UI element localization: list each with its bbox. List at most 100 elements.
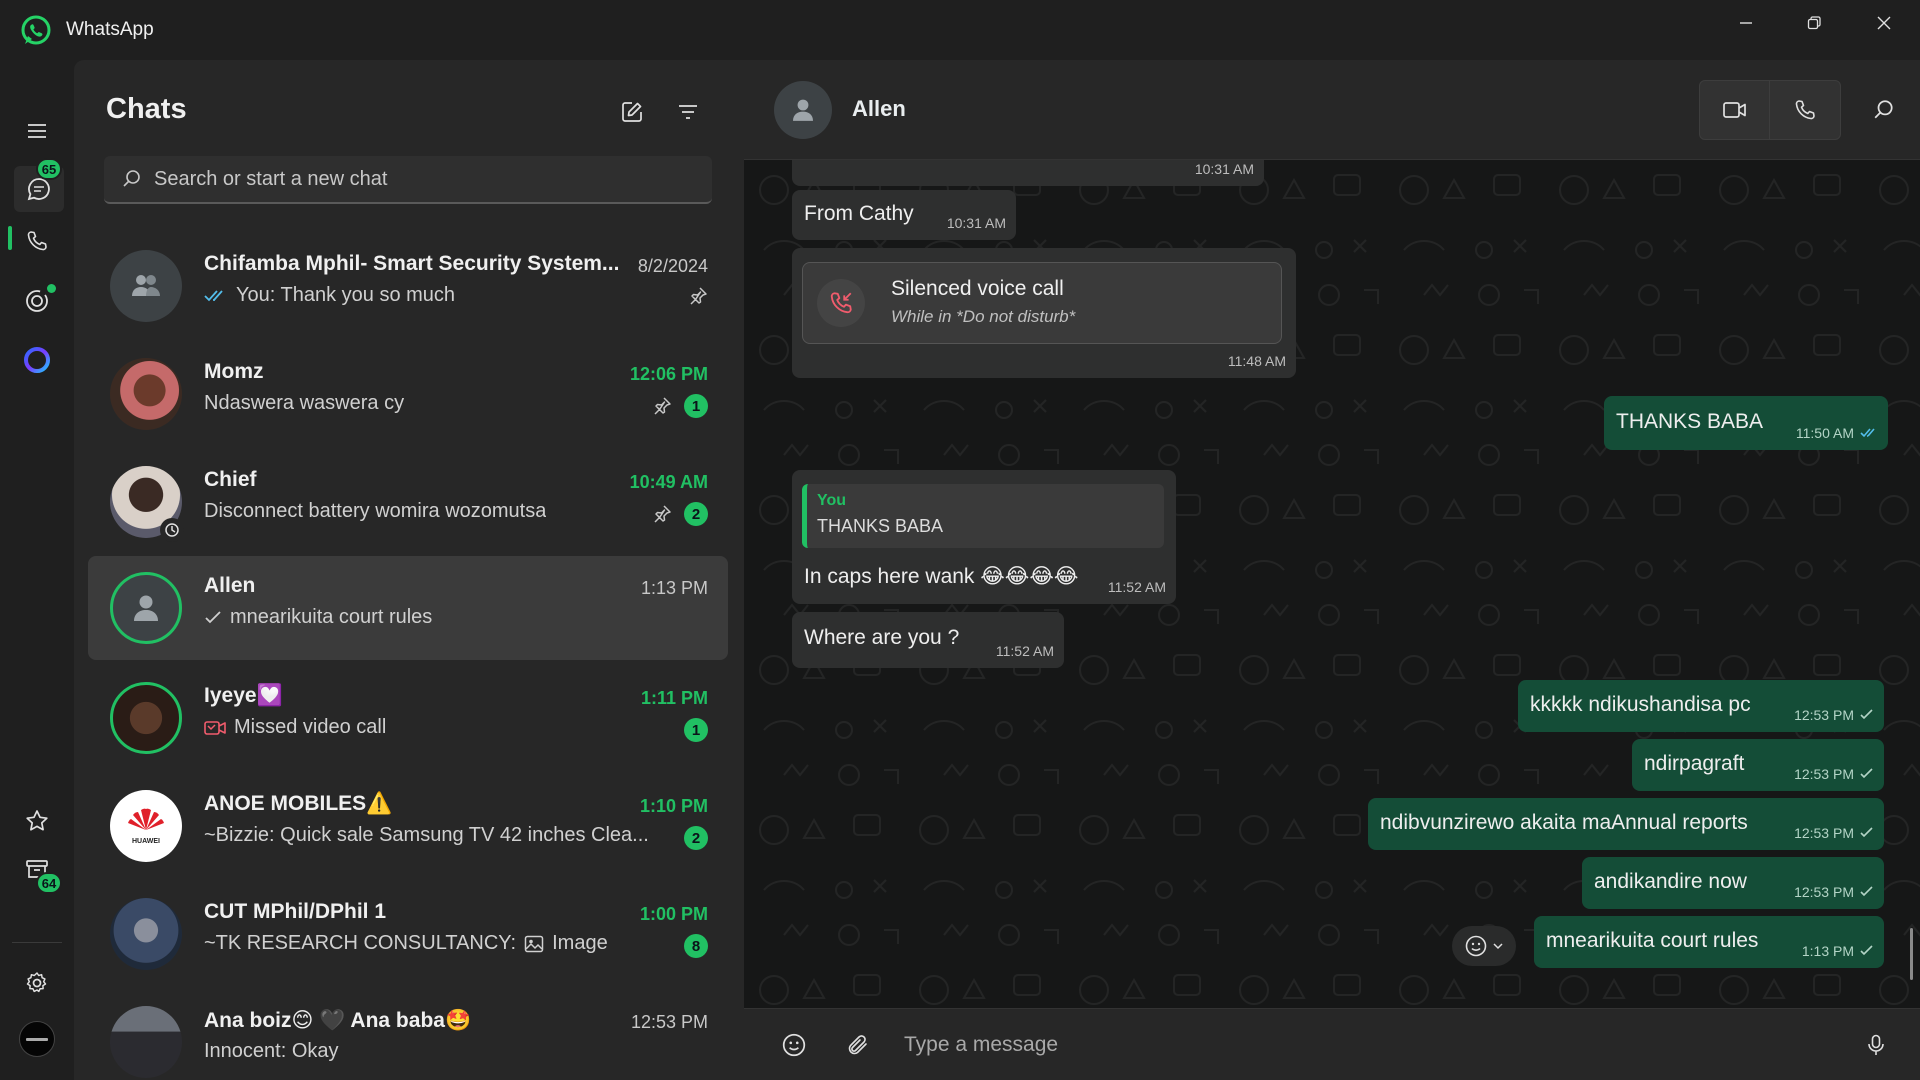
message-text: In caps here wank 😂😂😂😂 xyxy=(804,565,1079,588)
chat-name: Allen xyxy=(204,574,256,597)
quote-text: THANKS BABA xyxy=(817,516,944,536)
chat-name: Momz xyxy=(204,360,264,383)
search-box[interactable]: Search or start a new chat xyxy=(104,156,712,204)
quote-author: You xyxy=(817,492,847,509)
restore-button[interactable] xyxy=(1780,0,1848,46)
filter-button[interactable] xyxy=(666,90,710,134)
message-time: 10:31 AM xyxy=(946,215,1006,231)
message-time: 1:13 PM xyxy=(1802,943,1874,959)
message-outgoing: mnearikuita court rules 1:13 PM xyxy=(1534,916,1884,968)
chat-item[interactable]: Iyeye💟 1:11 PM Missed video call 1 xyxy=(88,666,728,770)
contact-avatar[interactable] xyxy=(774,81,832,139)
chat-name: Ana boiz😊 🖤 Ana baba🤩 xyxy=(204,1009,472,1032)
pin-icon xyxy=(654,505,671,523)
chat-preview-text: Disconnect battery womira wozomutsa xyxy=(204,500,547,522)
chat-name: Chifamba Mphil- Smart Security System... xyxy=(204,252,620,275)
chat-item-selected[interactable]: Allen 1:13 PM mnearikuita court rules xyxy=(88,556,728,660)
group-photo-avatar xyxy=(110,1006,182,1078)
message-outgoing: andikandire now 12:53 PM xyxy=(1582,857,1884,909)
message-text: andikandire now xyxy=(1594,870,1747,893)
chat-item[interactable]: Ana boiz😊 🖤 Ana baba🤩 12:53 PM Innocent:… xyxy=(88,990,728,1080)
new-chat-icon xyxy=(622,102,642,122)
message-time: 11:48 AM xyxy=(1227,353,1286,369)
chat-name: Chief xyxy=(204,468,257,491)
call-subtitle: While in *Do not disturb* xyxy=(891,307,1076,326)
chat-item[interactable]: CUT MPhil/DPhil 1 1:00 PM ~TK RESEARCH C… xyxy=(88,882,728,986)
message-incoming: From Cathy 10:31 AM xyxy=(792,190,1016,240)
archived-badge: 64 xyxy=(36,872,62,894)
profile-button[interactable] xyxy=(12,1016,62,1062)
meta-ai-button[interactable] xyxy=(12,337,62,383)
menu-button[interactable] xyxy=(12,108,62,154)
chat-preview-text: ~TK RESEARCH CONSULTANCY: xyxy=(204,932,517,954)
settings-button[interactable] xyxy=(12,960,62,1006)
video-call-button[interactable] xyxy=(1700,81,1770,139)
chat-meta: 2 xyxy=(652,502,708,526)
phone-icon xyxy=(27,231,47,251)
whatsapp-logo-icon xyxy=(20,15,52,47)
filter-icon xyxy=(679,105,697,119)
close-button[interactable] xyxy=(1850,0,1918,46)
unread-badge: 1 xyxy=(684,718,708,742)
chat-preview: ~Bizzie: Quick sale Samsung TV 42 inches… xyxy=(204,824,649,847)
message-outgoing: kkkkk ndikushandisa pc 12:53 PM xyxy=(1518,680,1884,732)
chat-preview: mnearikuita court rules xyxy=(204,606,432,629)
message-composer: Type a message xyxy=(744,1008,1920,1080)
attach-button[interactable] xyxy=(836,1023,880,1067)
chat-preview: Missed video call xyxy=(204,716,386,739)
search-icon xyxy=(123,170,140,187)
new-chat-button[interactable] xyxy=(610,90,654,134)
message-text: From Cathy xyxy=(804,202,914,225)
phone-icon xyxy=(1795,100,1815,120)
single-tick-icon xyxy=(1860,768,1873,779)
quoted-message[interactable]: You THANKS BABA xyxy=(802,484,1164,548)
video-camera-icon xyxy=(1722,102,1746,118)
search-input[interactable]: Search or start a new chat xyxy=(154,168,387,191)
double-tick-read-icon xyxy=(204,289,223,301)
chat-preview: Ndaswera waswera cy xyxy=(204,392,404,415)
chat-preview-text: ~Bizzie: Quick sale Samsung TV 42 inches… xyxy=(204,824,649,846)
rail-divider xyxy=(12,942,62,943)
message-outgoing: ndibvunzirewo akaita maAnnual reports 12… xyxy=(1368,798,1884,850)
chat-preview-text: Missed video call xyxy=(234,716,387,738)
chat-item[interactable]: Chief 10:49 AM Disconnect battery womira… xyxy=(88,450,728,554)
voice-message-button[interactable] xyxy=(1854,1023,1898,1067)
single-tick-icon xyxy=(1860,945,1873,956)
search-icon xyxy=(1874,100,1893,119)
huawei-logo-avatar: HUAWEI xyxy=(110,790,182,862)
status-new-dot xyxy=(47,284,56,293)
unread-badge: 2 xyxy=(684,826,708,850)
emoji-button[interactable] xyxy=(772,1023,816,1067)
scrollbar-thumb[interactable] xyxy=(1910,928,1913,980)
voice-call-button[interactable] xyxy=(1770,81,1840,139)
silenced-call-card[interactable]: Silenced voice call While in *Do not dis… xyxy=(802,262,1282,344)
contact-avatar xyxy=(110,682,182,754)
minimize-button[interactable] xyxy=(1712,0,1780,46)
chat-item[interactable]: HUAWEI ANOE MOBILES⚠️ 1:10 PM ~Bizzie: Q… xyxy=(88,774,728,878)
message-text: ndirpagraft xyxy=(1644,752,1745,775)
starred-nav-button[interactable] xyxy=(12,798,62,844)
message-time: 11:50 AM xyxy=(1796,425,1878,441)
missed-call-icon xyxy=(817,279,865,327)
chat-item[interactable]: Chifamba Mphil- Smart Security System...… xyxy=(88,234,728,338)
status-ring-icon xyxy=(160,518,184,542)
chat-preview: Disconnect battery womira wozomutsa xyxy=(204,500,546,523)
star-icon xyxy=(26,810,48,831)
chat-time: 12:53 PM xyxy=(630,1012,708,1032)
message-text: mnearikuita court rules xyxy=(1546,929,1759,952)
message-time: 11:52 AM xyxy=(1107,579,1166,595)
missed-video-call-icon xyxy=(204,720,226,735)
contact-name[interactable]: Allen xyxy=(852,96,906,122)
chat-meta: 2 xyxy=(684,826,708,850)
message-text: kkkkk ndikushandisa pc xyxy=(1530,693,1751,716)
unread-badge: 1 xyxy=(684,394,708,418)
single-tick-icon xyxy=(1860,886,1873,897)
message-input[interactable]: Type a message xyxy=(904,1033,1058,1057)
pin-icon xyxy=(654,397,671,415)
chat-item[interactable]: Momz 12:06 PM Ndaswera waswera cy 1 xyxy=(88,342,728,446)
search-in-chat-button[interactable] xyxy=(1862,88,1906,132)
calls-nav-button[interactable] xyxy=(12,218,62,264)
restore-icon xyxy=(1807,16,1821,30)
react-button[interactable] xyxy=(1452,926,1516,966)
pin-icon xyxy=(690,287,707,305)
